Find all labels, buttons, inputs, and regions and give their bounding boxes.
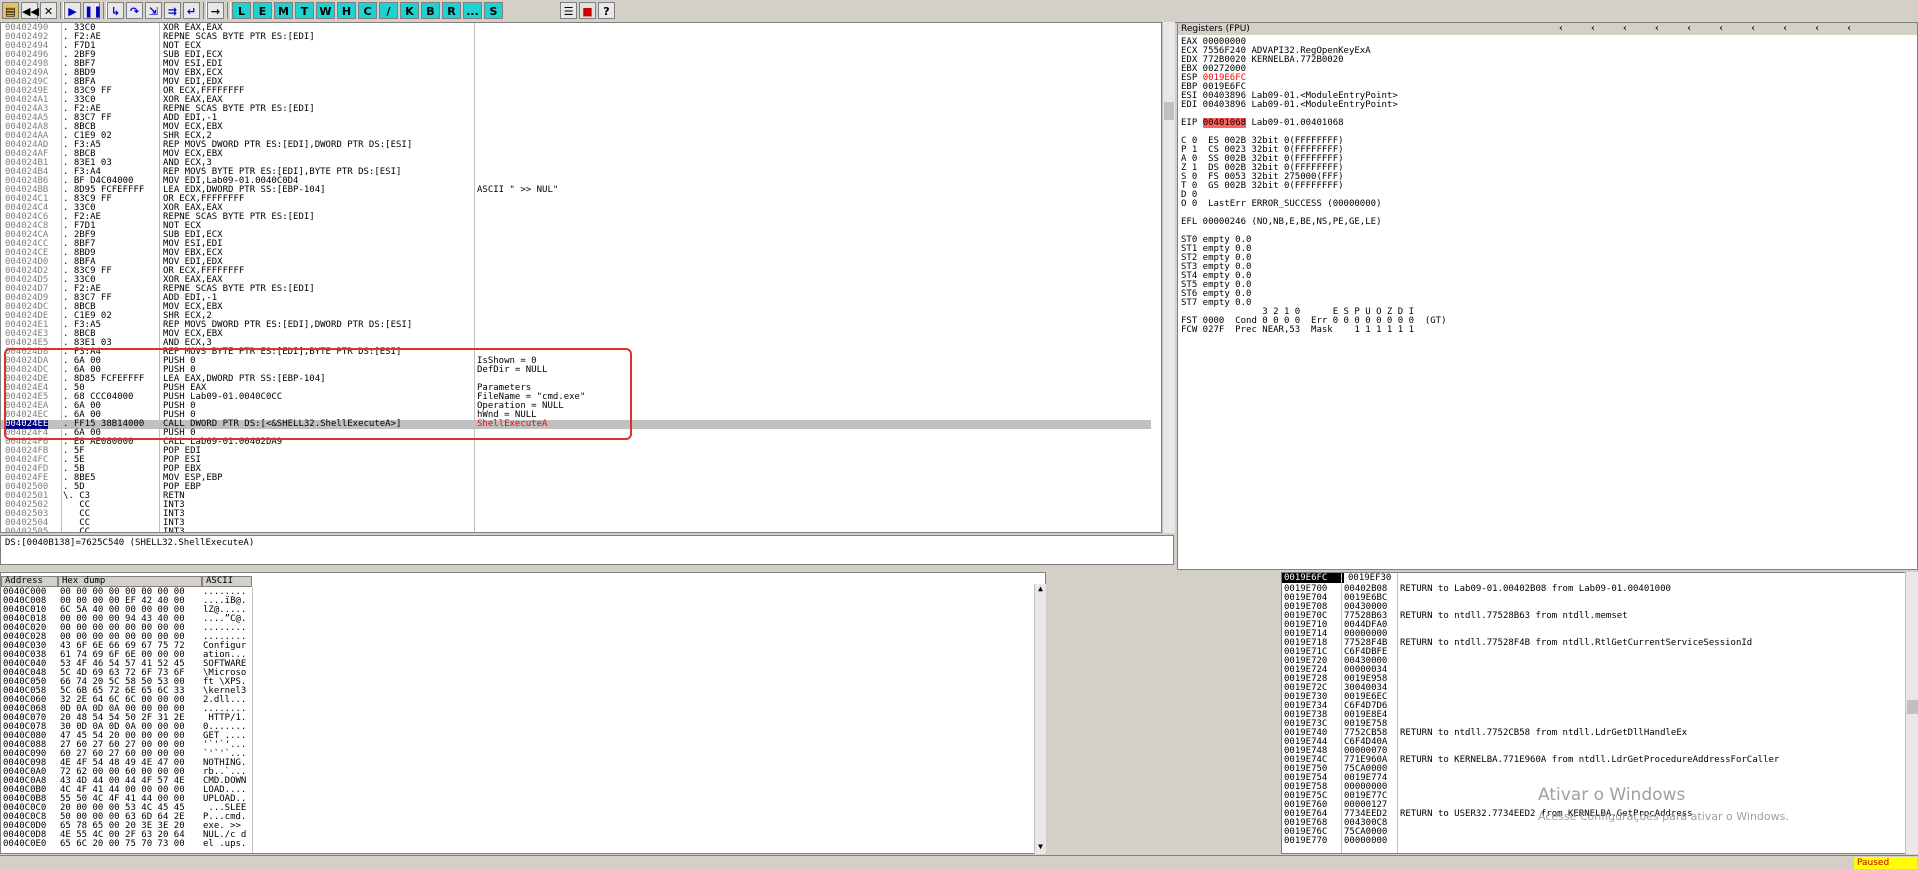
run-icon[interactable]: ▶ bbox=[64, 2, 81, 19]
execute-till-return-icon[interactable]: ↵ bbox=[183, 2, 200, 19]
toolbar-letter-2[interactable]: M bbox=[274, 2, 293, 19]
toolbar-letter-7[interactable]: / bbox=[379, 2, 398, 19]
stack-header-left: 0019E6FC bbox=[1282, 573, 1344, 583]
dump-address: 0040C0E0 bbox=[3, 839, 47, 849]
disasm-comment: ASCII " >> NUL" bbox=[477, 185, 559, 195]
stack-scrollbar[interactable] bbox=[1905, 572, 1918, 854]
toolbar-letter-12[interactable]: S bbox=[484, 2, 503, 19]
register-line[interactable]: EFL 00000246 (NO,NB,E,BE,NS,PE,GE,LE) bbox=[1181, 218, 1447, 227]
register-line[interactable]: EDI 00403896 Lab09-01.<ModuleEntryPoint> bbox=[1181, 101, 1447, 110]
dump-row[interactable]: 0040C0E0 65 6C 20 00 75 70 73 00 el .ups. bbox=[3, 840, 246, 849]
disasm-addr: 00402505 bbox=[5, 527, 49, 533]
dump-header-ascii[interactable]: ASCII bbox=[202, 576, 252, 587]
hex-dump-pane[interactable]: Address Hex dump ASCII 0040C000 00 00 00 … bbox=[0, 572, 1046, 854]
register-line[interactable]: EIP 00401068 Lab09-01.00401068 bbox=[1181, 118, 1447, 128]
dump-header-address[interactable]: Address bbox=[1, 576, 58, 587]
register-line[interactable]: T 0 GS 002B 32bit 0(FFFFFFFF) bbox=[1181, 182, 1447, 191]
close-icon[interactable]: ✕ bbox=[40, 2, 57, 19]
dump-header-hex[interactable]: Hex dump bbox=[58, 576, 202, 587]
stack-value: 00000000 bbox=[1344, 836, 1388, 846]
pause-icon[interactable]: ❚❚ bbox=[83, 2, 102, 19]
toolbar-letter-6[interactable]: C bbox=[358, 2, 377, 19]
stack-address: 0019E770 bbox=[1284, 836, 1328, 846]
register-line[interactable]: FCW 027F Prec NEAR,53 Mask 1 1 1 1 1 1 bbox=[1181, 326, 1447, 335]
stack-comment: RETURN to ntdll.77528F4B from ntdll.RtlG… bbox=[1400, 638, 1753, 648]
disassembly-scrollbar[interactable] bbox=[1162, 22, 1175, 533]
stack-comment: RETURN to KERNELBA.771E960A from ntdll.L… bbox=[1400, 755, 1780, 765]
toolbar-letter-0[interactable]: L bbox=[232, 2, 251, 19]
stack-comment: RETURN to Lab09-01.00402B08 from Lab09-0… bbox=[1400, 584, 1671, 594]
toolbar-letter-8[interactable]: K bbox=[400, 2, 419, 19]
watermark-title: Ativar o Windows bbox=[1538, 785, 1686, 805]
info-pane: DS:[0040B138]=7625C540 (SHELL32.ShellExe… bbox=[0, 535, 1174, 565]
disassembly-pane[interactable]: 00402490. 33C0 XOR EAX,EAX 00402492. F2:A… bbox=[0, 22, 1162, 533]
toolbar-letter-9[interactable]: B bbox=[421, 2, 440, 19]
hex-dump-rows: 0040C000 00 00 00 00 00 00 00 00........ … bbox=[3, 588, 246, 849]
toolbar-letter-11[interactable]: ... bbox=[463, 2, 482, 19]
disassembly-listing: 00402490. 33C0 XOR EAX,EAX 00402492. F2:A… bbox=[1, 24, 1151, 533]
step-into-icon[interactable]: ↳ bbox=[107, 2, 124, 19]
scroll-down-icon[interactable]: ▼ bbox=[1035, 842, 1046, 852]
stack-comment: RETURN to ntdll.77528B63 from ntdll.mems… bbox=[1400, 611, 1628, 621]
go-to-icon[interactable]: → bbox=[207, 2, 224, 19]
open-icon[interactable]: ▤ bbox=[2, 2, 19, 19]
toolbar-letter-5[interactable]: H bbox=[337, 2, 356, 19]
step-over-icon[interactable]: ↷ bbox=[126, 2, 143, 19]
trace-into-icon[interactable]: ⇲ bbox=[145, 2, 162, 19]
disasm-bytes: CC bbox=[63, 527, 91, 533]
stack-rows: 0019E700 00402B08 RETURN to Lab09-01.00402… bbox=[1284, 585, 1779, 846]
registers-nav-arrows[interactable]: ‹‹‹‹‹‹‹‹‹‹ bbox=[1558, 23, 1917, 35]
info-text: DS:[0040B138]=7625C540 (SHELL32.ShellExe… bbox=[5, 538, 255, 548]
registers-list: EAX 00000000 ECX 7556F240 ADVAPI32.RegOpe… bbox=[1181, 38, 1447, 335]
colors-icon[interactable]: ■ bbox=[579, 2, 596, 19]
toolbar-letter-4[interactable]: W bbox=[316, 2, 335, 19]
stack-row[interactable]: 0019E770 00000000 bbox=[1284, 837, 1387, 846]
status-bar: Paused bbox=[0, 855, 1918, 870]
registers-pane[interactable]: Registers (FPU) ‹‹‹‹‹‹‹‹‹‹ EAX 00000000 E… bbox=[1177, 22, 1918, 570]
menu-icon[interactable]: ☰ bbox=[560, 2, 577, 19]
rewind-icon[interactable]: ◀◀ bbox=[21, 2, 39, 19]
dump-ascii: el .ups. bbox=[203, 839, 247, 849]
disasm-instr: INT3 bbox=[163, 527, 185, 533]
disasm-row[interactable]: 00402505 CC INT3 bbox=[1, 528, 1151, 533]
stack-pane[interactable]: 0019E6FC 0019EF30 0019E700 00402B08 RETURN… bbox=[1281, 572, 1918, 854]
toolbar: ▤ ◀◀ ✕ ▶ ❚❚ ↳ ↷ ⇲ ⇉ ↵ → L E M T W H C / K B R... S … bbox=[0, 0, 1918, 23]
dump-scrollbar[interactable]: ▲ ▼ bbox=[1034, 584, 1046, 854]
status-state: Paused bbox=[1854, 857, 1917, 869]
scroll-up-icon[interactable]: ▲ bbox=[1035, 584, 1046, 594]
dump-hex: 65 6C 20 00 75 70 73 00 bbox=[60, 839, 185, 849]
highlight-box bbox=[4, 348, 632, 440]
watermark-subtitle: Acesse Configurações para ativar o Windo… bbox=[1538, 810, 1789, 823]
trace-over-icon[interactable]: ⇉ bbox=[164, 2, 181, 19]
toolbar-letter-1[interactable]: E bbox=[253, 2, 272, 19]
help-icon[interactable]: ? bbox=[598, 2, 615, 19]
toolbar-letter-3[interactable]: T bbox=[295, 2, 314, 19]
toolbar-letter-10[interactable]: R bbox=[442, 2, 461, 19]
register-line[interactable]: O 0 LastErr ERROR_SUCCESS (00000000) bbox=[1181, 200, 1447, 209]
stack-comment: RETURN to ntdll.7752CB58 from ntdll.LdrG… bbox=[1400, 728, 1688, 738]
